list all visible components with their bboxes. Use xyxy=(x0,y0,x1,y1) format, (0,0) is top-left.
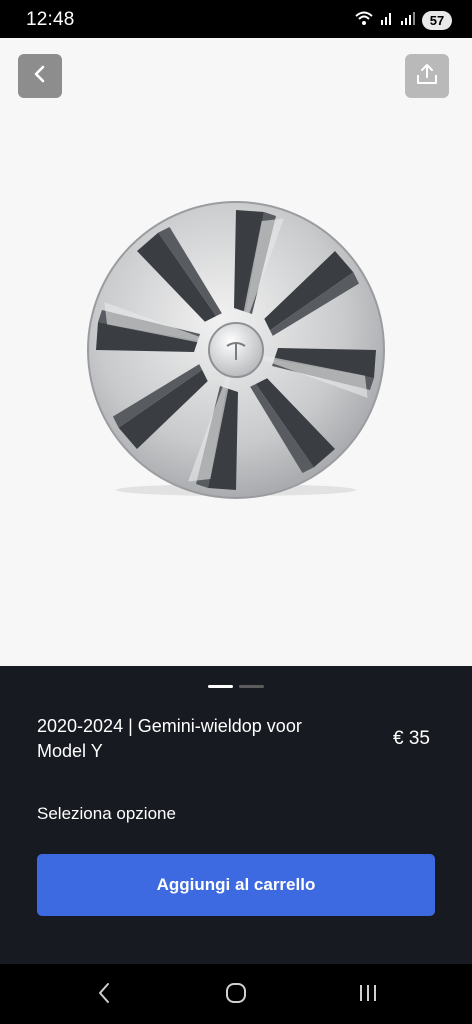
product-title: 2020-2024 | Gemini-wieldop voor Model Y xyxy=(37,716,302,761)
share-icon xyxy=(415,62,439,91)
home-nav-icon xyxy=(225,982,247,1009)
recents-nav-icon xyxy=(358,983,378,1008)
product-info-panel: 2020-2024 | Gemini-wieldop voor Model Y … xyxy=(0,666,472,964)
chevron-left-icon xyxy=(32,65,48,88)
status-icons: 57 xyxy=(354,10,452,30)
select-option-label[interactable]: Seleziona opzione xyxy=(37,804,176,824)
back-nav-icon xyxy=(97,982,111,1009)
hubcap-image xyxy=(87,201,385,499)
wifi-icon xyxy=(354,10,374,31)
add-to-cart-button[interactable]: Aggiungi al carrello xyxy=(37,854,435,916)
status-bar: 12:48 57 xyxy=(0,0,472,38)
carousel-dot-active[interactable] xyxy=(208,685,233,688)
back-button[interactable] xyxy=(18,54,62,98)
product-image-area[interactable] xyxy=(0,38,472,666)
status-time: 12:48 xyxy=(26,9,75,30)
battery-indicator: 57 xyxy=(422,10,452,30)
back-nav-button[interactable] xyxy=(89,980,119,1010)
recents-nav-button[interactable] xyxy=(353,980,383,1010)
home-nav-button[interactable] xyxy=(221,980,251,1010)
carousel-dot[interactable] xyxy=(239,685,264,688)
product-price: € 35 xyxy=(393,728,430,749)
carousel-indicator[interactable] xyxy=(208,685,264,688)
signal-icon-2 xyxy=(400,10,416,31)
system-nav-bar xyxy=(0,964,472,1024)
share-button[interactable] xyxy=(405,54,449,98)
signal-icon xyxy=(380,10,394,31)
